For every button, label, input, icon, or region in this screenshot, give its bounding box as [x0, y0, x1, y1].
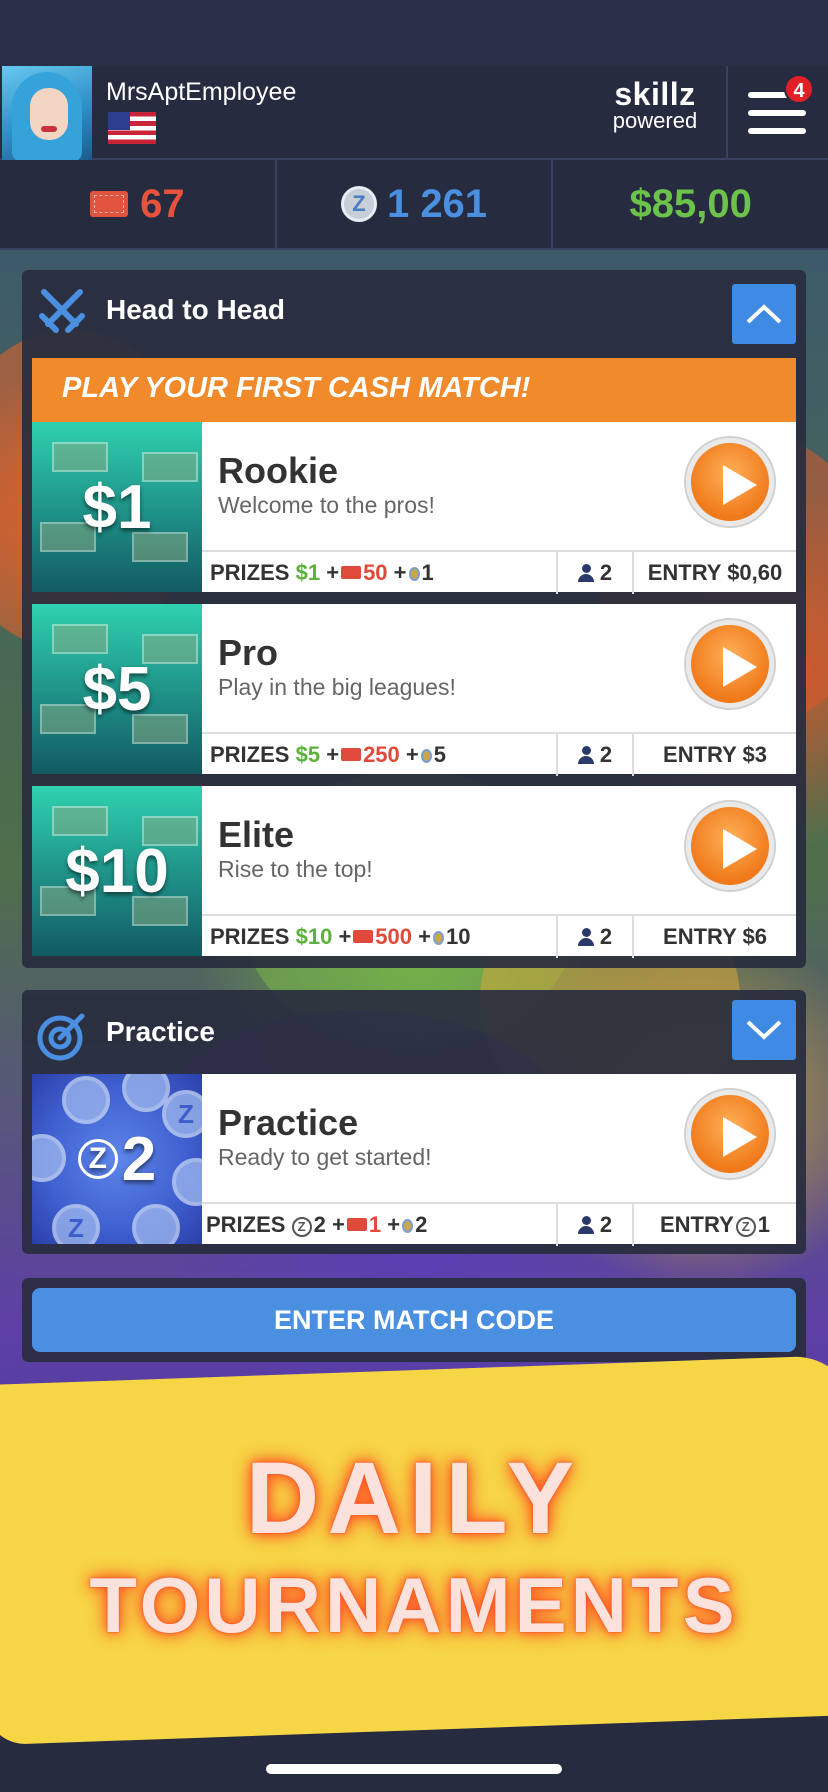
- ticket-icon: [346, 1218, 367, 1231]
- expand-button[interactable]: [732, 1000, 796, 1060]
- cash-balance[interactable]: $85,00: [553, 160, 828, 248]
- play-button[interactable]: [686, 802, 774, 890]
- medal-icon: [402, 1219, 414, 1233]
- prizes-info: PRIZES $5 +250 +5: [210, 742, 447, 767]
- header-divider: [726, 66, 728, 160]
- ticket-icon: [90, 191, 129, 217]
- head-to-head-panel: Head to Head PLAY YOUR FIRST CASH MATCH!…: [22, 270, 806, 968]
- card-description: Welcome to the pros!: [218, 492, 435, 518]
- avatar[interactable]: [2, 66, 92, 160]
- entry-fee: ENTRY $6: [663, 924, 767, 949]
- ticket-icon: [341, 748, 362, 761]
- home-indicator[interactable]: [266, 1764, 562, 1774]
- card-title: Elite: [218, 814, 295, 855]
- person-icon: [577, 564, 594, 582]
- notification-badge: 4: [784, 74, 814, 104]
- play-button[interactable]: [686, 1090, 774, 1178]
- target-icon: [37, 1013, 85, 1061]
- chevron-down-icon: [746, 1020, 782, 1040]
- username: MrsAptEmployee: [106, 78, 297, 106]
- prizes-info: PRIZES Z2 +1 +2: [206, 1212, 428, 1237]
- match-card-pro[interactable]: $5 Pro Play in the big leagues! PRIZES $…: [32, 604, 796, 776]
- player-count: 2: [560, 560, 630, 586]
- head-to-head-title: Head to Head: [106, 294, 285, 325]
- currency-bar: 67 Z 1 261 $85,00: [0, 160, 828, 250]
- collapse-button[interactable]: [732, 284, 796, 344]
- card-title: Pro: [218, 632, 279, 673]
- ticket-icon: [341, 566, 362, 579]
- player-count: 2: [560, 1212, 630, 1238]
- entry-fee: ENTRY Z 1: [660, 1212, 770, 1237]
- chevron-up-icon: [746, 304, 782, 324]
- card-description: Ready to get started!: [218, 1144, 432, 1170]
- top-header: MrsAptEmployee skillz powered 4: [0, 66, 828, 160]
- match-card-rookie[interactable]: $1 Rookie Welcome to the pros! PRIZES $1…: [32, 422, 796, 594]
- cash-art: $1: [32, 422, 202, 592]
- z-balance[interactable]: Z 1 261: [277, 160, 554, 248]
- card-footer: PRIZES $5 +250 +5 2 ENTRY $3: [202, 732, 796, 776]
- person-icon: [577, 1216, 594, 1234]
- card-title: Practice: [218, 1102, 359, 1143]
- card-footer: PRIZES $10 +500 +10 2 ENTRY $6: [202, 914, 796, 958]
- play-button[interactable]: [686, 620, 774, 708]
- z-coin-icon: Z: [291, 1217, 312, 1237]
- player-count: 2: [560, 924, 630, 950]
- person-icon: [577, 746, 594, 764]
- practice-title: Practice: [106, 1016, 215, 1047]
- card-description: Play in the big leagues!: [218, 674, 456, 700]
- card-footer: PRIZES Z2 +1 +2 2 ENTRY Z 1: [202, 1202, 796, 1246]
- card-footer: PRIZES $1 +50 +1 2 ENTRY $0,60: [202, 550, 796, 594]
- card-title: Rookie: [218, 450, 339, 491]
- crossed-swords-icon: [39, 289, 85, 333]
- cash-art: $5: [32, 604, 202, 774]
- medal-icon: [420, 749, 432, 763]
- entry-fee: ENTRY $3: [663, 742, 767, 767]
- first-cash-match-banner: PLAY YOUR FIRST CASH MATCH!: [32, 358, 796, 422]
- cash-art: $10: [32, 786, 202, 956]
- match-code-panel: ENTER MATCH CODE: [22, 1278, 806, 1362]
- play-button[interactable]: [686, 438, 774, 526]
- z-coins-art: Z Z Z2: [32, 1074, 202, 1244]
- player-count: 2: [560, 742, 630, 768]
- skillz-logo: skillz powered: [612, 76, 698, 133]
- match-card-practice[interactable]: Z Z Z2 Practice Ready to get started! PR…: [32, 1074, 796, 1246]
- z-coin-icon: Z: [735, 1217, 756, 1237]
- ticket-icon: [353, 930, 374, 943]
- promo-title-line2: TOURNAMENTS: [89, 1561, 739, 1649]
- medal-icon: [408, 567, 420, 581]
- practice-panel: Practice Z Z Z2 Practice Ready to get st…: [22, 990, 806, 1254]
- enter-match-code-button[interactable]: ENTER MATCH CODE: [32, 1288, 796, 1352]
- person-icon: [577, 928, 594, 946]
- card-description: Rise to the top!: [218, 856, 373, 882]
- medal-icon: [433, 931, 444, 945]
- promo-title-line1: DAILY: [245, 1441, 583, 1555]
- prizes-info: PRIZES $10 +500 +10: [210, 924, 471, 949]
- z-coin-icon: Z: [340, 186, 377, 222]
- entry-fee: ENTRY $0,60: [647, 560, 783, 585]
- us-flag-icon: [108, 112, 156, 144]
- promo-banner: DAILY TOURNAMENTS: [0, 1354, 828, 1770]
- match-card-elite[interactable]: $10 Elite Rise to the top! PRIZES $10 +5…: [32, 786, 796, 958]
- prizes-info: PRIZES $1 +50 +1: [210, 560, 434, 585]
- tickets-balance[interactable]: 67: [0, 160, 277, 248]
